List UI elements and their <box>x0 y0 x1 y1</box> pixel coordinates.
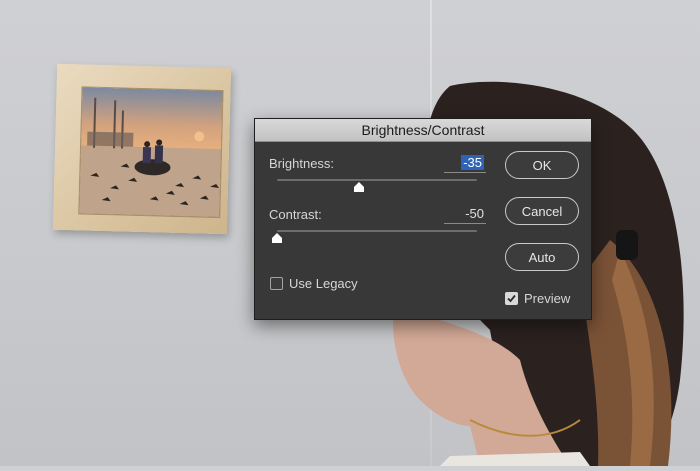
use-legacy-label: Use Legacy <box>289 276 358 291</box>
framed-photo <box>78 86 224 219</box>
preview-label: Preview <box>524 291 571 306</box>
preview-checkbox[interactable] <box>505 292 518 305</box>
contrast-label: Contrast: <box>269 207 322 222</box>
use-legacy-checkbox[interactable] <box>270 277 283 290</box>
auto-button[interactable]: Auto <box>505 243 579 271</box>
ok-button[interactable]: OK <box>505 151 579 179</box>
contrast-value-field[interactable]: -50 <box>444 206 486 224</box>
cancel-button-label: Cancel <box>521 203 563 219</box>
brightness-value: -35 <box>461 155 484 170</box>
cancel-button[interactable]: Cancel <box>505 197 579 225</box>
brightness-value-field[interactable]: -35 <box>444 155 486 173</box>
contrast-slider-track[interactable] <box>277 230 477 232</box>
brightness-slider-thumb[interactable] <box>354 182 364 192</box>
checkmark-icon <box>507 294 516 303</box>
contrast-value: -50 <box>465 206 484 221</box>
brightness-contrast-dialog: Brightness/Contrast Brightness: -35 Cont… <box>254 118 592 320</box>
contrast-slider-thumb[interactable] <box>272 233 282 243</box>
picture-frame <box>52 63 232 235</box>
brightness-label: Brightness: <box>269 156 335 171</box>
brightness-slider-track[interactable] <box>277 179 477 181</box>
dialog-titlebar[interactable]: Brightness/Contrast <box>255 119 591 142</box>
dialog-title: Brightness/Contrast <box>361 122 485 138</box>
ok-button-label: OK <box>532 157 552 173</box>
auto-button-label: Auto <box>528 249 556 265</box>
